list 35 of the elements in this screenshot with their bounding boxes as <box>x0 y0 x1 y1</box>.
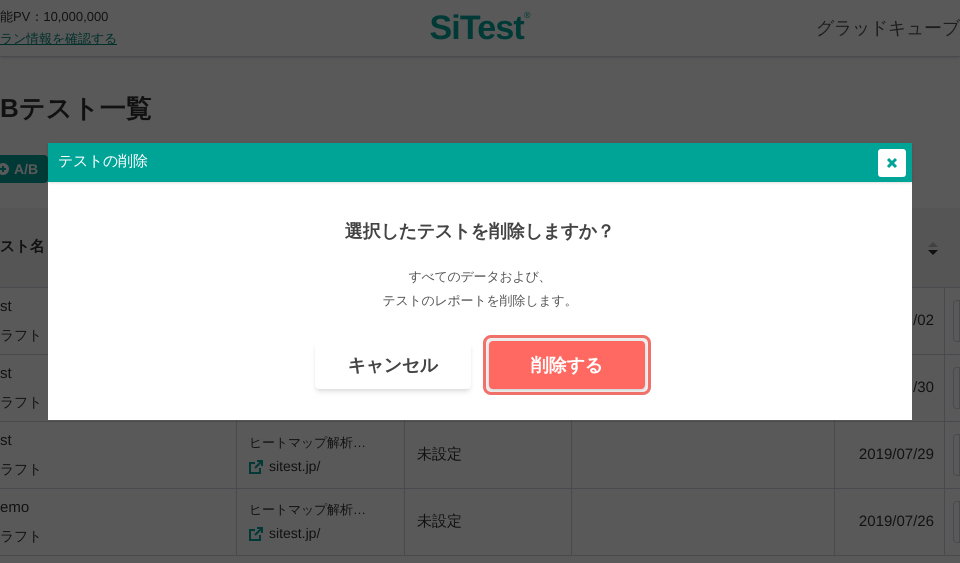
date-cell-text: 2019/07/26 <box>858 512 934 532</box>
cancel-button[interactable]: キャンセル <box>315 341 471 389</box>
external-link-icon <box>249 460 263 474</box>
test-name[interactable]: st <box>0 430 236 453</box>
dialog-title: テストの削除 <box>58 152 148 172</box>
url-link[interactable]: sitest.jp/ <box>249 456 320 478</box>
table-cell-text: 未設定 <box>417 512 462 532</box>
date-cell-text: /30 <box>913 378 934 398</box>
url-link[interactable]: sitest.jp/ <box>249 523 320 544</box>
page-name: ヒートマップ解析… <box>249 434 367 452</box>
test-name[interactable]: emo <box>0 497 236 520</box>
sort-icon[interactable] <box>927 240 939 256</box>
pv-text: 能PV：10,000,000 <box>0 8 110 26</box>
table-cell-text: 未設定 <box>417 444 462 465</box>
company-name: グラッドキューブ <box>816 16 960 40</box>
delete-button[interactable]: 削除する <box>489 341 645 389</box>
plan-link[interactable]: ラン情報を確認する <box>0 28 117 50</box>
page-title: Bテスト一覧 <box>0 93 153 123</box>
add-test-button[interactable]: A/B <box>0 155 48 183</box>
status-text: ラフト <box>0 526 43 546</box>
close-button[interactable] <box>878 148 906 176</box>
status-text: ラフト <box>0 326 43 345</box>
close-icon <box>886 156 898 168</box>
column-header: スト名 <box>0 237 46 258</box>
dialog-message: すべてのデータおよび、 <box>408 268 552 286</box>
external-link-icon <box>249 526 263 541</box>
status-text: ラフト <box>0 392 43 412</box>
page-name: ヒートマップ解析… <box>249 500 367 519</box>
date-cell-text: /02 <box>913 310 934 331</box>
dialog-heading: 選択したテストを削除しますか？ <box>345 220 615 243</box>
dialog-message: テストのレポートを削除します。 <box>382 292 578 310</box>
logo: SiTest® <box>429 11 531 45</box>
date-cell-text: 2019/07/29 <box>858 444 934 465</box>
plus-icon <box>0 162 10 176</box>
status-text: ラフト <box>0 460 43 479</box>
